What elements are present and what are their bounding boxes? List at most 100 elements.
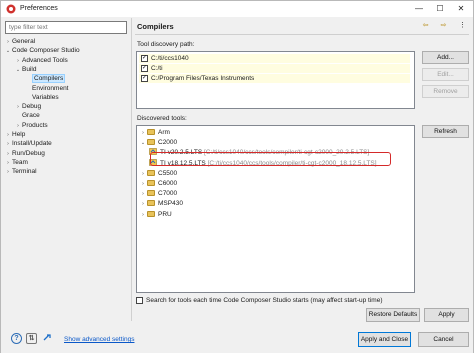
- folder-icon: [147, 180, 155, 186]
- tree-item-label: Help: [12, 131, 26, 138]
- tree-item[interactable]: › Help: [4, 130, 25, 139]
- close-window-button[interactable]: ✕: [451, 3, 471, 15]
- tree-item[interactable]: ⌄ Build: [14, 65, 37, 75]
- restore-defaults-button[interactable]: Restore Defaults: [366, 308, 420, 322]
- tool-item-label: C7000: [158, 190, 178, 198]
- tree-item[interactable]: ⌄ Code Composer Studio: [4, 46, 80, 55]
- add-button[interactable]: Add...: [422, 51, 469, 64]
- path-text: C:/ti/ccs1040: [151, 55, 189, 62]
- tree-item[interactable]: › Team: [4, 158, 28, 167]
- link-icon[interactable]: [42, 333, 53, 344]
- collapsed-arrow-icon[interactable]: ›: [139, 190, 147, 199]
- collapsed-arrow-icon[interactable]: ›: [4, 168, 12, 177]
- discovered-tools-label: Discovered tools:: [137, 115, 187, 122]
- folder-icon: [147, 210, 155, 217]
- folder-icon: [147, 139, 155, 146]
- tree-item-label: Environment: [32, 84, 69, 92]
- collapsed-arrow-icon[interactable]: ›: [139, 180, 147, 189]
- maximize-button[interactable]: ☐: [430, 3, 450, 15]
- help-icon[interactable]: ?: [11, 333, 22, 344]
- tool-item-label: Arm: [158, 129, 170, 136]
- tree-item-label: Run/Debug: [12, 149, 45, 157]
- tree-item-label: Grace: [22, 112, 40, 120]
- device-family-item[interactable]: › MSP430: [139, 199, 183, 208]
- folder-icon: [147, 169, 155, 176]
- checkbox-checked[interactable]: ✓: [141, 65, 148, 72]
- tree-item-label: Debug: [22, 103, 42, 111]
- path-text: C:/ti: [151, 65, 163, 72]
- checkbox-checked[interactable]: ✓: [141, 75, 148, 82]
- tool-item-label: C5500: [158, 169, 178, 177]
- tree-item[interactable]: › Debug: [14, 102, 41, 111]
- apply-button[interactable]: Apply: [424, 308, 469, 322]
- checkbox-checked[interactable]: ✓: [141, 55, 148, 62]
- tree-item[interactable]: › Terminal: [4, 167, 37, 177]
- expanded-arrow-icon[interactable]: ⌄: [14, 66, 22, 75]
- tree-item[interactable]: › Products: [14, 121, 48, 130]
- tree-item[interactable]: › Install/Update: [4, 139, 52, 148]
- filter-input[interactable]: type filter text: [5, 21, 127, 34]
- tool-item-label: C6000: [158, 180, 178, 187]
- discovery-path-row[interactable]: ✓ C:/ti: [139, 64, 410, 73]
- show-advanced-settings-link[interactable]: Show advanced settings: [64, 336, 134, 343]
- device-family-item[interactable]: › Arm: [139, 128, 170, 137]
- folder-icon: [147, 190, 155, 197]
- collapsed-arrow-icon[interactable]: ›: [139, 200, 147, 209]
- search-on-start-checkbox[interactable]: [136, 297, 143, 304]
- device-family-item[interactable]: ⌄ C2000: [139, 138, 177, 147]
- tree-item-label: Products: [22, 121, 48, 129]
- device-family-item[interactable]: › C7000: [139, 189, 177, 198]
- tree-item[interactable]: Compilers: [24, 74, 66, 84]
- tool-item-label: MSP430: [158, 200, 183, 208]
- minimize-button[interactable]: —: [409, 3, 429, 15]
- tree-item-label: Build: [22, 65, 37, 73]
- tool-item-label: PRU: [158, 210, 172, 218]
- discovery-path-list: ✓ C:/ti/ccs1040 ✓ C:/ti ✓ C:/Program Fil…: [136, 51, 415, 109]
- tree-item-label: Code Composer Studio: [12, 47, 80, 55]
- title-bar: Preferences — ☐ ✕: [1, 1, 473, 17]
- device-family-item[interactable]: › C5500: [139, 169, 177, 178]
- cancel-button[interactable]: Cancel: [418, 332, 469, 347]
- folder-icon: [147, 129, 155, 135]
- tree-item[interactable]: Environment: [24, 84, 69, 93]
- footer-bar: ? ⇅ Show advanced settings Apply and Clo…: [1, 326, 473, 353]
- refresh-button[interactable]: Refresh: [422, 125, 469, 138]
- folder-icon: [147, 200, 155, 207]
- apply-and-close-button[interactable]: Apply and Close: [358, 332, 411, 347]
- window-title: Preferences: [20, 5, 58, 12]
- remove-button[interactable]: Remove: [422, 85, 469, 98]
- tree-item[interactable]: › General: [4, 37, 35, 46]
- ccs-app-icon: [6, 4, 16, 14]
- tree-item-label: Team: [12, 158, 28, 166]
- collapsed-arrow-icon[interactable]: ›: [139, 129, 147, 138]
- highlight-annotation: [150, 152, 391, 166]
- search-on-start-label: Search for tools each time Code Composer…: [146, 297, 383, 304]
- expanded-arrow-icon[interactable]: ⌄: [139, 139, 147, 148]
- tree-item-label: General: [12, 38, 36, 45]
- tree-item[interactable]: Grace: [14, 111, 40, 120]
- discovery-path-row[interactable]: ✓ C:/Program Files/Texas Instruments: [139, 74, 410, 83]
- view-menu-icon[interactable]: ⋮: [456, 20, 469, 31]
- tree-item-label: Variables: [32, 93, 59, 101]
- tree-item-label: Install/Update: [12, 140, 52, 148]
- discovery-path-row[interactable]: ✓ C:/ti/ccs1040: [139, 54, 410, 63]
- tree-item-label: Advanced Tools: [22, 56, 68, 64]
- edit-button[interactable]: Edit...: [422, 68, 469, 81]
- tree-item-label: Compilers: [32, 74, 66, 84]
- pane-divider[interactable]: [131, 18, 132, 321]
- import-export-icon[interactable]: ⇅: [26, 333, 37, 344]
- back-arrow-icon[interactable]: ⇦: [419, 20, 432, 31]
- tree-item-label: Terminal: [12, 168, 37, 176]
- tree-item[interactable]: Variables: [24, 93, 59, 102]
- device-family-item[interactable]: › C6000: [139, 179, 177, 188]
- tree-item[interactable]: › Advanced Tools: [14, 56, 68, 65]
- forward-arrow-icon[interactable]: ⇨: [437, 20, 450, 31]
- discovered-tools-list: › Arm ⌄ C2000 TI v20.2.5.LTS [C:/ti/ccs1040/…: [136, 125, 415, 293]
- device-family-item[interactable]: › PRU: [139, 210, 172, 219]
- tool-item-label: C2000: [158, 139, 178, 147]
- collapsed-arrow-icon[interactable]: ›: [139, 211, 147, 220]
- collapsed-arrow-icon[interactable]: ›: [139, 170, 147, 179]
- expanded-arrow-icon[interactable]: ⌄: [4, 47, 12, 56]
- header-divider: [135, 34, 469, 35]
- tree-item[interactable]: › Run/Debug: [4, 149, 45, 158]
